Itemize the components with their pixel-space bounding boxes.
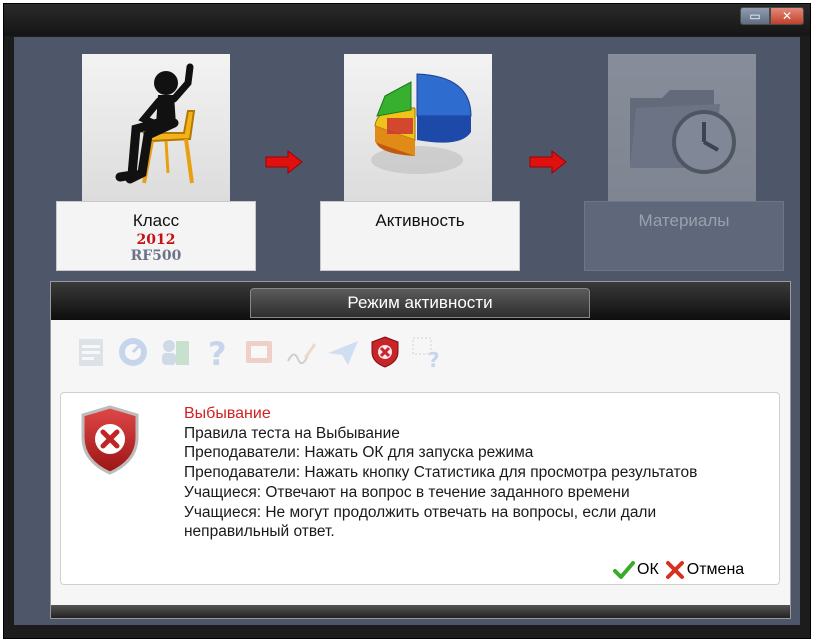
- step-class-label[interactable]: Класс 2012 RF500: [56, 201, 256, 271]
- class-name: Класс: [132, 211, 180, 230]
- dialog-actions: ОК Отмена: [613, 560, 744, 580]
- title-bar: ▭ ✕: [4, 4, 810, 36]
- materials-name: Материалы: [638, 211, 730, 230]
- activity-mode-panel: Режим активности ? ? Выбывание Правила т…: [50, 281, 791, 619]
- svg-text:?: ?: [208, 335, 227, 369]
- rule-line: Преподаватели: Нажать кнопку Статистика …: [184, 464, 698, 482]
- question-icon[interactable]: ?: [197, 332, 237, 372]
- class-year: 2012: [136, 232, 176, 248]
- ok-button[interactable]: ОК: [613, 560, 659, 580]
- shield-x-icon[interactable]: [365, 332, 405, 372]
- rule-line: Преподаватели: Нажать ОК для запуска реж…: [184, 444, 534, 462]
- cancel-button[interactable]: Отмена: [665, 560, 744, 580]
- paper-plane-icon[interactable]: [323, 332, 363, 372]
- shield-x-icon: [81, 405, 139, 475]
- svg-text:?: ?: [428, 348, 440, 369]
- activity-toolbar: ? ?: [71, 332, 447, 372]
- pie-chart-icon: [371, 73, 472, 174]
- activity-name: Активность: [375, 211, 465, 230]
- signature-icon[interactable]: [281, 332, 321, 372]
- folder-clock-icon: [630, 90, 736, 174]
- dial-icon[interactable]: [113, 332, 153, 372]
- panel-title: Режим активности: [250, 288, 590, 318]
- window-controls: ▭ ✕: [740, 7, 804, 25]
- cancel-label: Отмена: [686, 561, 745, 578]
- step-activity-label[interactable]: Активность: [320, 201, 520, 271]
- mode-title: Выбывание: [184, 405, 271, 422]
- calendar-icon[interactable]: [71, 332, 111, 372]
- presentation-icon[interactable]: [239, 332, 279, 372]
- step-materials-image: [608, 54, 756, 202]
- app-window: ▭ ✕ Класс 2012 RF500 Активность Материал…: [3, 3, 811, 639]
- seated-figure-icon: [115, 63, 196, 184]
- cross-icon: [665, 561, 684, 579]
- select-question-icon[interactable]: ?: [407, 332, 447, 372]
- rule-line: Учащиеся: Отвечают на вопрос в течение з…: [184, 483, 630, 501]
- checkmark-icon: [613, 561, 635, 579]
- step-class-image[interactable]: [82, 54, 230, 202]
- arrow-right-icon: [265, 150, 303, 174]
- panel-header-bar: Режим активности: [51, 282, 790, 320]
- class-code: RF500: [130, 248, 182, 264]
- mode-description: Выбывание Правила теста на Выбывание Пре…: [184, 404, 764, 542]
- user-book-icon[interactable]: [155, 332, 195, 372]
- close-button[interactable]: ✕: [770, 7, 804, 25]
- mode-description-box: Выбывание Правила теста на Выбывание Пре…: [60, 392, 780, 585]
- rule-line: Учащиеся: Не могут продолжить отвечать н…: [184, 503, 657, 541]
- ok-label: ОК: [637, 561, 659, 578]
- arrow-right-icon: [529, 150, 567, 174]
- minimize-button[interactable]: ▭: [740, 7, 770, 25]
- rule-line: Правила теста на Выбывание: [184, 424, 400, 442]
- step-materials-label: Материалы: [584, 201, 784, 271]
- panel-footer-bar: [51, 605, 790, 618]
- step-activity-image[interactable]: [344, 54, 492, 202]
